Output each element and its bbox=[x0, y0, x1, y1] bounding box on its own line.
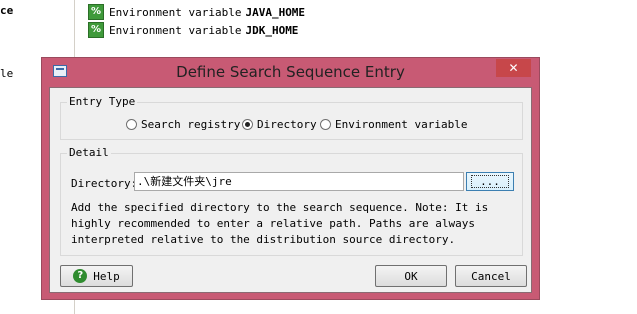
percent-icon: % bbox=[88, 4, 104, 20]
ok-button-label: OK bbox=[404, 269, 418, 283]
radio-circle-icon bbox=[320, 119, 331, 130]
browse-button-label: ... bbox=[471, 175, 509, 188]
directory-input[interactable]: .\新建文件夹\jre bbox=[134, 172, 464, 191]
radio-directory[interactable]: Directory bbox=[242, 118, 317, 131]
tree-item-prefix: Environment variable bbox=[109, 23, 242, 37]
define-search-sequence-dialog: Define Search Sequence Entry ✕ Entry Typ… bbox=[41, 57, 540, 300]
dialog-client-area: Entry Type Search registry Directory Env… bbox=[49, 87, 532, 293]
dialog-titlebar[interactable]: Define Search Sequence Entry ✕ bbox=[42, 58, 539, 87]
cancel-button[interactable]: Cancel bbox=[455, 265, 527, 287]
ok-button[interactable]: OK bbox=[375, 265, 447, 287]
tree-item-java-home[interactable]: % Environment variable JAVA_HOME bbox=[88, 4, 305, 20]
radio-environment-variable[interactable]: Environment variable bbox=[320, 118, 467, 131]
radio-label: Environment variable bbox=[335, 118, 468, 131]
cancel-button-label: Cancel bbox=[471, 269, 511, 283]
left-panel-label-2: le bbox=[0, 67, 14, 80]
radio-search-registry[interactable]: Search registry bbox=[126, 118, 240, 131]
tree-item-jdk-home[interactable]: % Environment variable JDK_HOME bbox=[88, 22, 298, 38]
radio-label: Directory bbox=[257, 118, 317, 131]
radio-circle-icon bbox=[126, 119, 137, 130]
dialog-title: Define Search Sequence Entry bbox=[176, 63, 405, 81]
browse-button[interactable]: ... bbox=[466, 172, 514, 191]
tree-item-prefix: Environment variable bbox=[109, 5, 242, 19]
detail-label: Detail bbox=[67, 146, 111, 159]
description-text: Add the specified directory to the searc… bbox=[71, 201, 489, 246]
entry-type-group: Entry Type Search registry Directory Env… bbox=[60, 95, 523, 140]
directory-label: Directory: bbox=[71, 177, 138, 190]
percent-icon: % bbox=[88, 22, 104, 38]
entry-type-label: Entry Type bbox=[67, 95, 138, 108]
tree-item-name: JAVA_HOME bbox=[245, 5, 306, 19]
radio-checked-icon bbox=[242, 119, 253, 130]
close-button[interactable]: ✕ bbox=[496, 59, 531, 77]
radio-label: Search registry bbox=[141, 118, 241, 131]
help-icon: ? bbox=[73, 269, 88, 283]
left-panel-label-1: ce bbox=[0, 4, 14, 17]
detail-group: Detail Directory: .\新建文件夹\jre ... Add th… bbox=[60, 146, 523, 256]
tree-item-name: JDK_HOME bbox=[245, 23, 299, 37]
help-button[interactable]: ? Help bbox=[60, 265, 133, 287]
help-button-label: Help bbox=[93, 269, 120, 283]
